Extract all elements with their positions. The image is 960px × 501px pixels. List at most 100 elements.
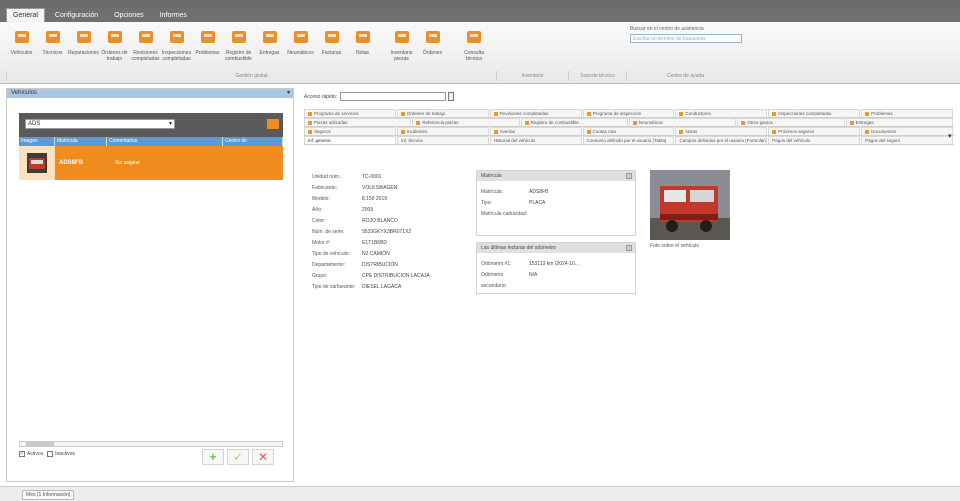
tab-row2-4[interactable]: Otros gastos — [737, 118, 845, 126]
tab-row-3: Seguros Incidentes Averías Cuotas ruta Notas… — [304, 127, 954, 136]
grid-header: Imagen Matrícula Comentarios Centro de — [19, 137, 283, 146]
menu-tab-general[interactable]: General — [6, 8, 45, 22]
ribbon-button-label: Técnicos — [42, 50, 63, 56]
status-tab[interactable]: Mes (1 Información) — [22, 490, 75, 500]
ribbon-button-8[interactable]: Entregas — [254, 24, 285, 68]
panel-key: Odómetro #1: — [481, 261, 512, 267]
tab-row4-6[interactable]: Pagos del seguro — [861, 136, 954, 144]
ribbon-button-10[interactable]: Facturas — [316, 24, 347, 68]
row-plate: ADS8FB — [59, 160, 84, 166]
tab-row2-5[interactable]: Entregas — [845, 118, 953, 126]
tab-row1-6[interactable]: Problemas — [861, 109, 954, 117]
tab-row3-5[interactable]: Próximos seguros — [768, 127, 861, 135]
tab-row1-0[interactable]: Programa de servicios — [304, 109, 396, 117]
tab-row2-1[interactable]: Referencia piezas — [412, 118, 520, 126]
scrollbar-thumb[interactable] — [26, 442, 54, 446]
col-comentarios[interactable]: Comentarios — [107, 137, 223, 146]
property-key: Tipo de vehículo: — [312, 251, 350, 257]
tab-row-1: Programa de servicios Órdenes de trabajo R… — [304, 109, 954, 118]
panel-row: Matrícula: ADS8FB — [477, 187, 635, 198]
ribbon-button-5[interactable]: Inspecciones completadas — [161, 24, 192, 68]
filter-band: ADS ▾ — [19, 113, 283, 137]
inactive-checkbox[interactable] — [47, 451, 54, 457]
tire-icon — [290, 26, 312, 48]
filter-value: ADS — [28, 121, 41, 127]
tab-row3-3[interactable]: Cuotas ruta — [582, 127, 675, 135]
tab-row3-6[interactable]: Documentos — [861, 127, 954, 135]
tab-label: Registro de combustible — [530, 119, 579, 125]
ribbon-button-9[interactable]: Neumáticos — [285, 24, 316, 68]
ribbon-button-3[interactable]: Órdenes de trabajo — [99, 24, 130, 68]
ribbon-button-4[interactable]: Revisiones completadas — [130, 24, 161, 68]
tab-row2-3[interactable]: Neumáticos — [628, 118, 737, 126]
tab-row3-1[interactable]: Incidentes — [396, 127, 489, 135]
ribbon-button-1[interactable]: Técnicos — [37, 24, 68, 68]
tab-icon — [416, 120, 421, 125]
horizontal-scrollbar[interactable] — [19, 441, 283, 447]
tab-row4-4[interactable]: Campos definidos por el usuario (Formula… — [675, 136, 768, 144]
edit-button[interactable]: ✓ — [227, 449, 249, 465]
tab-row3-2[interactable]: Averías — [489, 127, 582, 135]
active-checkbox[interactable]: ✓ — [19, 451, 25, 457]
pin-icon[interactable]: ▾ — [287, 89, 290, 98]
menu-tab-configuracion[interactable]: Configuración — [49, 9, 104, 22]
tab-icon — [400, 111, 405, 116]
tab-icon — [493, 129, 498, 134]
ribbon-button-0[interactable]: Vehículos — [6, 24, 37, 68]
ribbon-button-12[interactable]: Inventario piezas — [386, 24, 417, 68]
ribbon-group-labels: Gestión global Inventario Soporte técnic… — [0, 70, 960, 82]
col-imagen[interactable]: Imagen — [19, 137, 55, 146]
tab-row1-5[interactable]: Inspecciones completadas — [768, 109, 861, 117]
tab-row1-4[interactable]: Conductores — [675, 109, 768, 117]
tab-row1-2[interactable]: Revisiones completadas — [489, 109, 582, 117]
tab-row1-3[interactable]: Programa de inspección — [582, 109, 675, 117]
tab-label: Pagos del vehículo — [772, 137, 811, 143]
plate-panel-header: Matrícula — [477, 171, 635, 181]
tab-row4-2[interactable]: Historial del vehículo — [489, 136, 582, 144]
collapse-icon[interactable] — [626, 245, 632, 251]
tab-row4-5[interactable]: Pagos del vehículo — [768, 136, 861, 144]
tab-icon — [741, 120, 746, 125]
quick-access-button[interactable] — [448, 92, 455, 101]
quick-access-input[interactable] — [340, 92, 447, 101]
tab-row4-0[interactable]: Inf. general — [304, 136, 396, 144]
tab-row1-1[interactable]: Órdenes de trabajo — [396, 109, 489, 117]
menu-tab-opciones[interactable]: Opciones — [108, 9, 150, 22]
col-matricula[interactable]: Matrícula — [55, 137, 107, 146]
filter-button[interactable] — [267, 119, 279, 129]
tabs-scroll-icon[interactable]: ▾ — [948, 132, 952, 140]
tab-row3-4[interactable]: Notas — [675, 127, 768, 135]
tab-row2-0[interactable]: Piezas utilizadas — [304, 118, 412, 126]
ribbon-button-14[interactable]: Consulta técnica — [456, 24, 492, 68]
delete-button[interactable]: ✕ — [252, 449, 274, 465]
property-value: DISTRIBUCIÓN — [362, 262, 398, 268]
tab-row4-3[interactable]: Consumo definido por el usuario (Tabla) — [582, 136, 675, 144]
filter-input[interactable]: ADS ▾ — [25, 119, 175, 129]
tab-label: Cuotas ruta — [592, 128, 616, 134]
tab-row4-1[interactable]: Inf. técnica — [396, 136, 489, 144]
help-search-input[interactable]: Escriba un término de búsqueda — [630, 34, 742, 43]
panel-key: Matrícula caducidad: — [481, 211, 528, 217]
table-row[interactable]: ADS8FB Sin asignar — [19, 146, 283, 180]
menu-tab-informes[interactable]: Informes — [154, 9, 193, 22]
ribbon: Vehículos Técnicos Reparaciones Órdenes de … — [0, 22, 960, 84]
property-value: DIESEL LAGACA — [362, 284, 402, 290]
ribbon-button-13[interactable]: Órdenes — [417, 24, 448, 68]
ribbon-button-11[interactable]: Notas — [347, 24, 378, 68]
ribbon-button-label: Registro de combustible — [225, 50, 252, 62]
vehicle-photo[interactable] — [650, 170, 730, 240]
ribbon-button-7[interactable]: Registro de combustible — [223, 24, 254, 68]
add-button[interactable]: + — [202, 449, 224, 465]
ribbon-group-ayuda: Centro de ayuda — [626, 71, 744, 81]
clipboard-icon — [166, 26, 188, 48]
tab-row2-2[interactable]: Registro de combustible — [520, 118, 628, 126]
ribbon-button-6[interactable]: Problemas — [192, 24, 223, 68]
ribbon-button-2[interactable]: Reparaciones — [68, 24, 99, 68]
property-value: N2 CAMIÓN — [362, 251, 390, 257]
ribbon-button-label: Órdenes — [422, 50, 443, 56]
col-centro[interactable]: Centro de — [223, 137, 283, 146]
tab-row3-0[interactable]: Seguros — [304, 127, 396, 135]
collapse-icon[interactable] — [626, 173, 632, 179]
chevron-down-icon[interactable]: ▾ — [169, 120, 172, 129]
tab-icon — [849, 120, 854, 125]
